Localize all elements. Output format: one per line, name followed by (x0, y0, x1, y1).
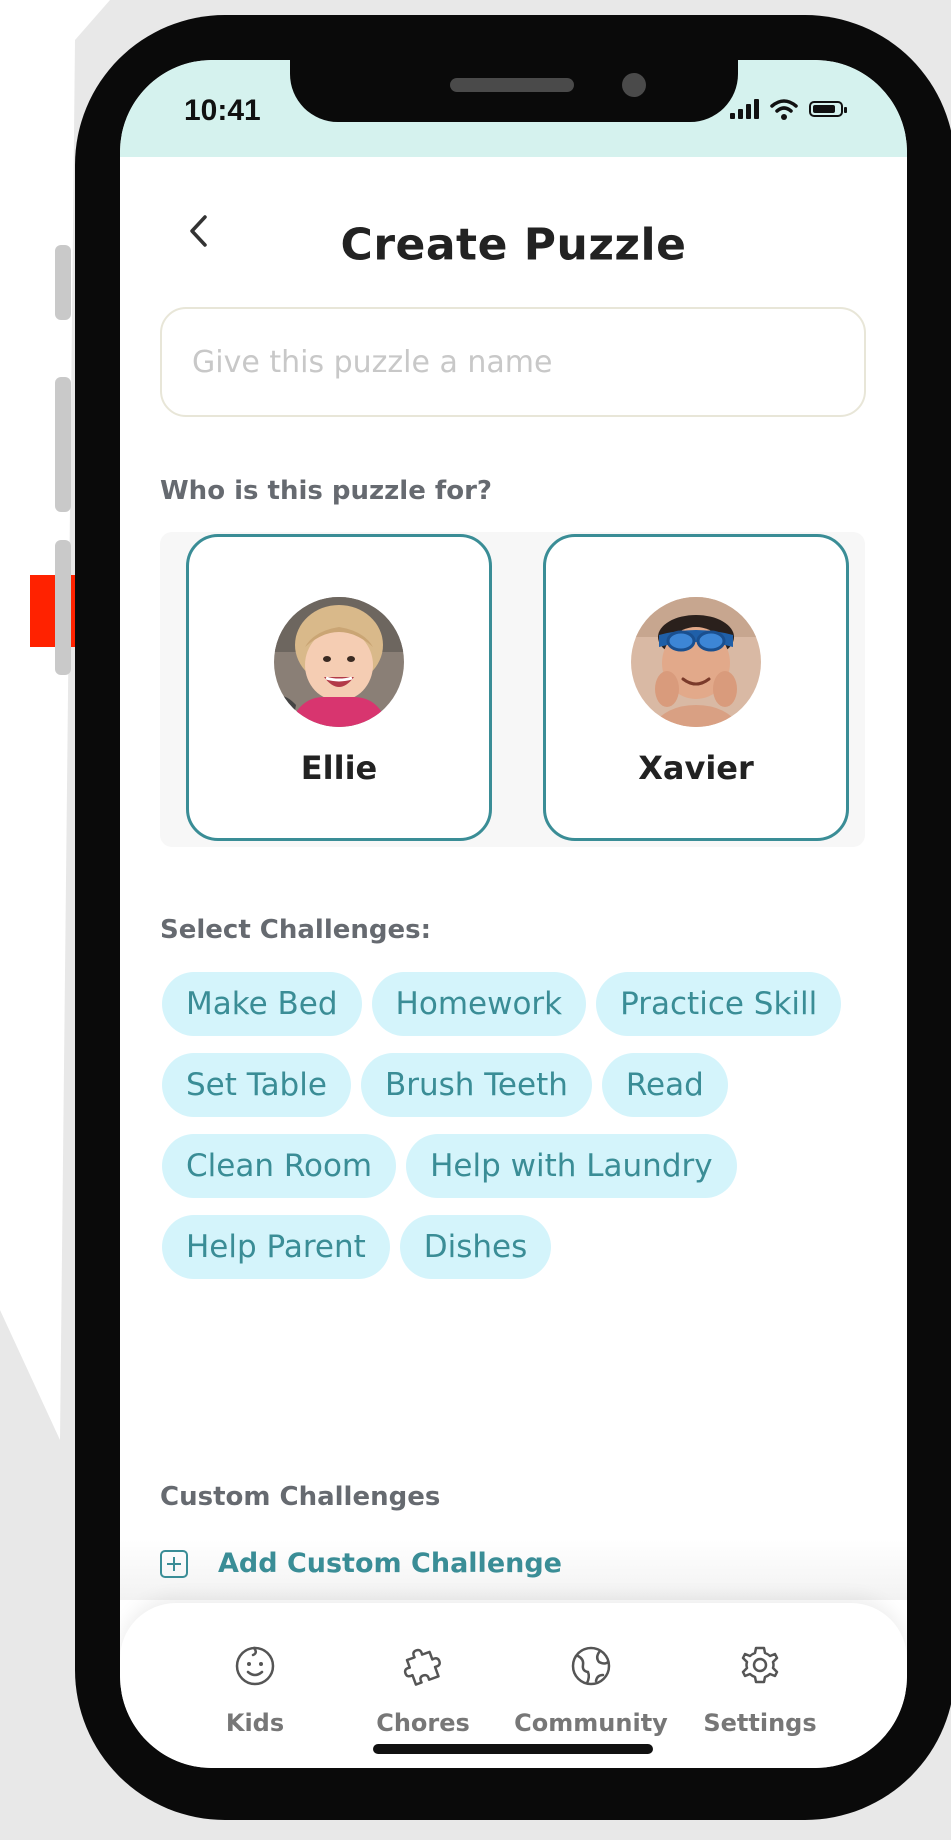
challenge-chip[interactable]: Dishes (399, 1215, 552, 1279)
phone-side-button (55, 377, 71, 512)
challenge-chip[interactable]: Practice Skill (596, 972, 842, 1036)
page-title: Create Puzzle (340, 219, 687, 271)
challenge-chip[interactable]: Brush Teeth (360, 1053, 592, 1117)
battery-icon (809, 101, 847, 117)
kid-card-xavier[interactable]: Xavier (543, 534, 849, 841)
signal-icon (730, 99, 759, 119)
speaker-grille (450, 78, 574, 92)
kid-name: Xavier (638, 749, 754, 787)
status-icons (730, 94, 847, 124)
puzzle-piece-icon (400, 1643, 446, 1689)
challenges-section-label: Select Challenges: (160, 915, 432, 945)
avatar (631, 597, 761, 727)
tab-label: Chores (376, 1709, 470, 1737)
tab-settings[interactable]: Settings (675, 1643, 845, 1737)
front-camera (622, 73, 646, 97)
kid-card-ellie[interactable]: Ellie (186, 534, 492, 841)
tab-label: Settings (703, 1709, 817, 1737)
smiley-icon (232, 1643, 278, 1689)
kid-name: Ellie (300, 749, 378, 787)
challenge-chip[interactable]: Help with Laundry (406, 1134, 737, 1198)
challenge-chip[interactable]: Homework (371, 972, 587, 1036)
tab-community[interactable]: Community (506, 1643, 676, 1737)
challenge-chip[interactable]: Make Bed (162, 972, 362, 1036)
challenge-chip[interactable]: Set Table (162, 1053, 351, 1117)
plus-icon (160, 1549, 188, 1578)
globe-icon (568, 1643, 614, 1689)
puzzle-name-input[interactable] (160, 307, 866, 417)
tab-label: Community (514, 1709, 668, 1737)
phone-side-button (55, 245, 71, 320)
challenge-chip[interactable]: Clean Room (162, 1134, 397, 1198)
gear-icon (737, 1643, 783, 1689)
recipient-section-label: Who is this puzzle for? (160, 476, 492, 506)
avatar (274, 597, 404, 727)
custom-section-label: Custom Challenges (160, 1482, 441, 1512)
tab-kids[interactable]: Kids (170, 1643, 340, 1737)
status-time: 10:41 (184, 94, 261, 127)
app-screen: 10:41 Create Puzzle Who is this puzzle f… (120, 60, 907, 1768)
home-indicator (373, 1744, 653, 1754)
challenge-chip[interactable]: Read (601, 1053, 728, 1117)
phone-notch (290, 60, 738, 122)
challenge-chip-list: Make Bed Homework Practice Skill Set Tab… (162, 972, 862, 1279)
add-custom-challenge-label: Add Custom Challenge (218, 1548, 562, 1579)
wifi-icon (770, 99, 798, 120)
tab-chores[interactable]: Chores (338, 1643, 508, 1737)
phone-side-button (55, 540, 71, 675)
tab-label: Kids (225, 1709, 285, 1737)
challenge-chip[interactable]: Help Parent (162, 1215, 390, 1279)
add-custom-challenge-button[interactable]: Add Custom Challenge (160, 1548, 562, 1579)
